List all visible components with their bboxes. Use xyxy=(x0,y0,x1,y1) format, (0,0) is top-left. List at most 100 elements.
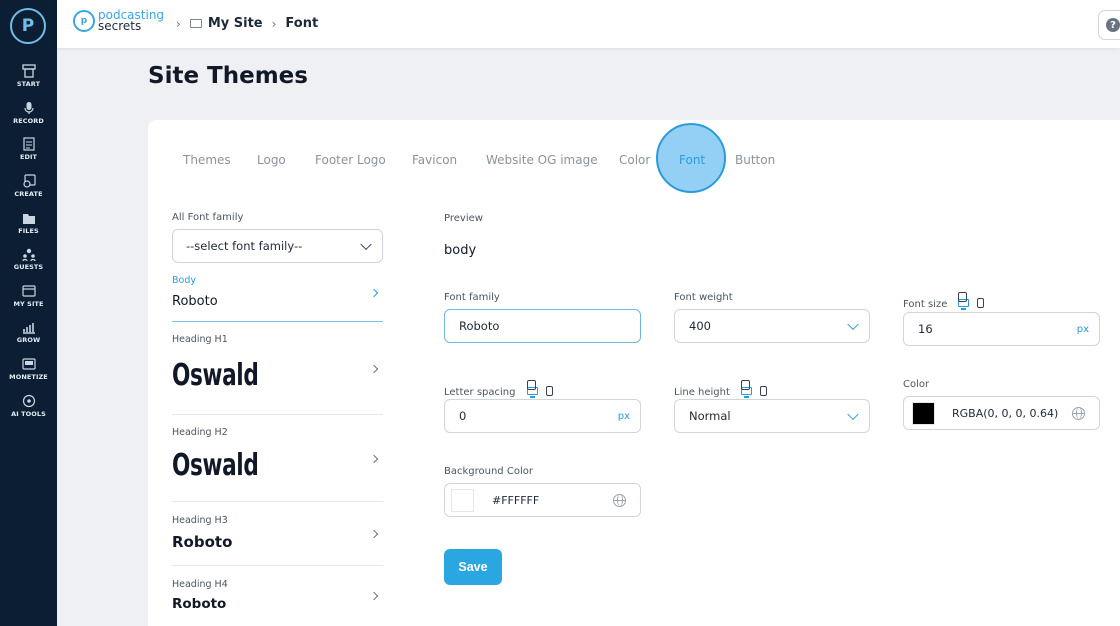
line-height-label: Line height xyxy=(674,387,730,398)
color-value: RGBA(0, 0, 0, 0.64) xyxy=(952,406,1059,420)
tablet-icon[interactable] xyxy=(526,380,536,390)
preview-label: Preview xyxy=(444,213,483,224)
letter-spacing-label: Letter spacing xyxy=(444,387,516,398)
font-size-label-row: Font size xyxy=(903,292,992,311)
sidebar-item-guests[interactable]: GUESTS xyxy=(0,241,57,278)
podcasting-secrets-logo[interactable]: p podcasting secrets xyxy=(73,9,164,33)
sidebar-item-label: GUESTS xyxy=(13,263,44,272)
chevron-down-icon xyxy=(360,238,372,251)
sidebar-item-label: RECORD xyxy=(13,116,44,125)
font-item-heading-h3[interactable]: Heading H3 Roboto xyxy=(172,513,383,566)
font-size-input[interactable]: 16 px xyxy=(903,312,1100,346)
tab-footer-logo[interactable]: Footer Logo xyxy=(315,153,386,167)
sidebar-item-record[interactable]: RECORD xyxy=(0,95,57,132)
letter-spacing-input[interactable]: 0 px xyxy=(444,399,641,433)
tab-color[interactable]: Color xyxy=(619,153,650,167)
tab-logo[interactable]: Logo xyxy=(257,153,286,167)
letter-spacing-value: 0 xyxy=(459,409,467,423)
preview-text: body xyxy=(444,243,477,258)
chevron-right-icon xyxy=(369,591,379,601)
background-color-label: Background Color xyxy=(444,466,533,477)
files-icon xyxy=(22,213,35,224)
color-input[interactable]: RGBA(0, 0, 0, 0.64) xyxy=(903,396,1100,430)
sidebar-item-label: MONETIZE xyxy=(9,373,48,382)
sidebar-item-create[interactable]: CREATE xyxy=(0,168,57,205)
mobile-icon[interactable] xyxy=(977,297,985,308)
sidebar-item-label: START xyxy=(16,80,41,89)
breadcrumb-my-site[interactable]: My Site xyxy=(208,16,263,31)
font-item-label: Heading H4 xyxy=(172,579,228,590)
theme-tabs: Themes Logo Footer Logo Favicon Website … xyxy=(148,153,848,177)
font-item-name: Roboto xyxy=(172,533,233,551)
device-toggle xyxy=(526,380,561,398)
tab-website-og-image[interactable]: Website OG image xyxy=(486,153,598,167)
sidebar-item-start[interactable]: START xyxy=(0,58,57,95)
font-item-body[interactable]: Body Roboto xyxy=(172,272,383,322)
grow-icon xyxy=(22,323,35,335)
chevron-down-icon xyxy=(847,408,859,421)
font-weight-value: 400 xyxy=(689,319,711,333)
chevron-down-icon xyxy=(847,318,859,331)
ai-tools-icon xyxy=(22,394,35,407)
sidebar-item-label: AI TOOLS xyxy=(11,409,46,418)
sidebar-nav: START RECORD EDIT CREATE FILES GUESTS MY… xyxy=(0,58,57,424)
sidebar-item-my-site[interactable]: MY SITE xyxy=(0,278,57,315)
device-toggle xyxy=(741,380,775,398)
font-item-label: Heading H2 xyxy=(172,427,228,438)
create-icon xyxy=(22,174,36,188)
font-item-name: Roboto xyxy=(172,294,218,309)
globe-icon[interactable] xyxy=(1072,406,1085,420)
tablet-icon[interactable] xyxy=(741,380,750,390)
tab-favicon[interactable]: Favicon xyxy=(412,153,457,167)
font-item-heading-h1[interactable]: Heading H1 Oswald xyxy=(172,332,383,415)
line-height-select[interactable]: Normal xyxy=(674,399,870,433)
sidebar-item-label: EDIT xyxy=(19,153,38,162)
sidebar-item-grow[interactable]: GROW xyxy=(0,314,57,351)
sidebar-item-monetize[interactable]: MONETIZE xyxy=(0,351,57,388)
sidebar-item-edit[interactable]: EDIT xyxy=(0,131,57,168)
chevron-right-icon: › xyxy=(271,16,277,31)
help-button[interactable]: ? xyxy=(1098,10,1120,40)
sidebar-item-files[interactable]: FILES xyxy=(0,204,57,241)
color-label: Color xyxy=(903,379,930,390)
background-color-input[interactable]: #FFFFFF xyxy=(444,483,641,517)
sidebar-item-ai-tools[interactable]: AI TOOLS xyxy=(0,387,57,424)
tablet-icon[interactable] xyxy=(958,292,968,302)
device-toggle xyxy=(958,292,992,310)
background-color-swatch[interactable] xyxy=(451,488,474,512)
brand-logo-icon[interactable]: P xyxy=(10,8,46,44)
font-item-name: Roboto xyxy=(172,596,227,612)
logo-line-2: secrets xyxy=(98,19,142,33)
font-family-select[interactable]: --select font family-- xyxy=(172,229,383,263)
letter-spacing-unit: px xyxy=(617,410,630,422)
save-button[interactable]: Save xyxy=(444,549,502,585)
line-height-value: Normal xyxy=(689,409,731,423)
font-weight-select[interactable]: 400 xyxy=(674,309,870,343)
line-height-label-row: Line height xyxy=(674,380,775,399)
edit-icon xyxy=(22,137,35,152)
breadcrumb-font: Font xyxy=(285,16,319,31)
font-size-label: Font size xyxy=(903,299,948,310)
tab-themes[interactable]: Themes xyxy=(183,153,231,167)
chevron-right-icon xyxy=(369,364,379,374)
microphone-icon xyxy=(23,101,34,114)
folder-icon xyxy=(189,19,202,28)
sidebar-item-label: GROW xyxy=(16,336,41,345)
font-item-name: Oswald xyxy=(172,448,259,483)
font-item-heading-h4[interactable]: Heading H4 Roboto xyxy=(172,577,383,626)
start-icon xyxy=(21,64,36,78)
tab-font[interactable]: Font xyxy=(679,153,705,167)
font-item-heading-h2[interactable]: Heading H2 Oswald xyxy=(172,425,383,502)
logo-mark-icon: p xyxy=(73,10,95,32)
mobile-icon[interactable] xyxy=(760,385,767,396)
site-themes-card: Themes Logo Footer Logo Favicon Website … xyxy=(148,120,1120,626)
globe-icon[interactable] xyxy=(613,493,626,507)
color-swatch[interactable] xyxy=(912,401,935,425)
breadcrumb: › My Site › Font xyxy=(167,16,318,31)
font-family-field[interactable]: Roboto xyxy=(444,309,641,343)
mobile-icon[interactable] xyxy=(545,385,553,396)
font-family-value: Roboto xyxy=(459,319,500,333)
font-item-label: Body xyxy=(172,275,196,286)
font-family-label: Font family xyxy=(444,292,500,303)
tab-button[interactable]: Button xyxy=(735,153,775,167)
